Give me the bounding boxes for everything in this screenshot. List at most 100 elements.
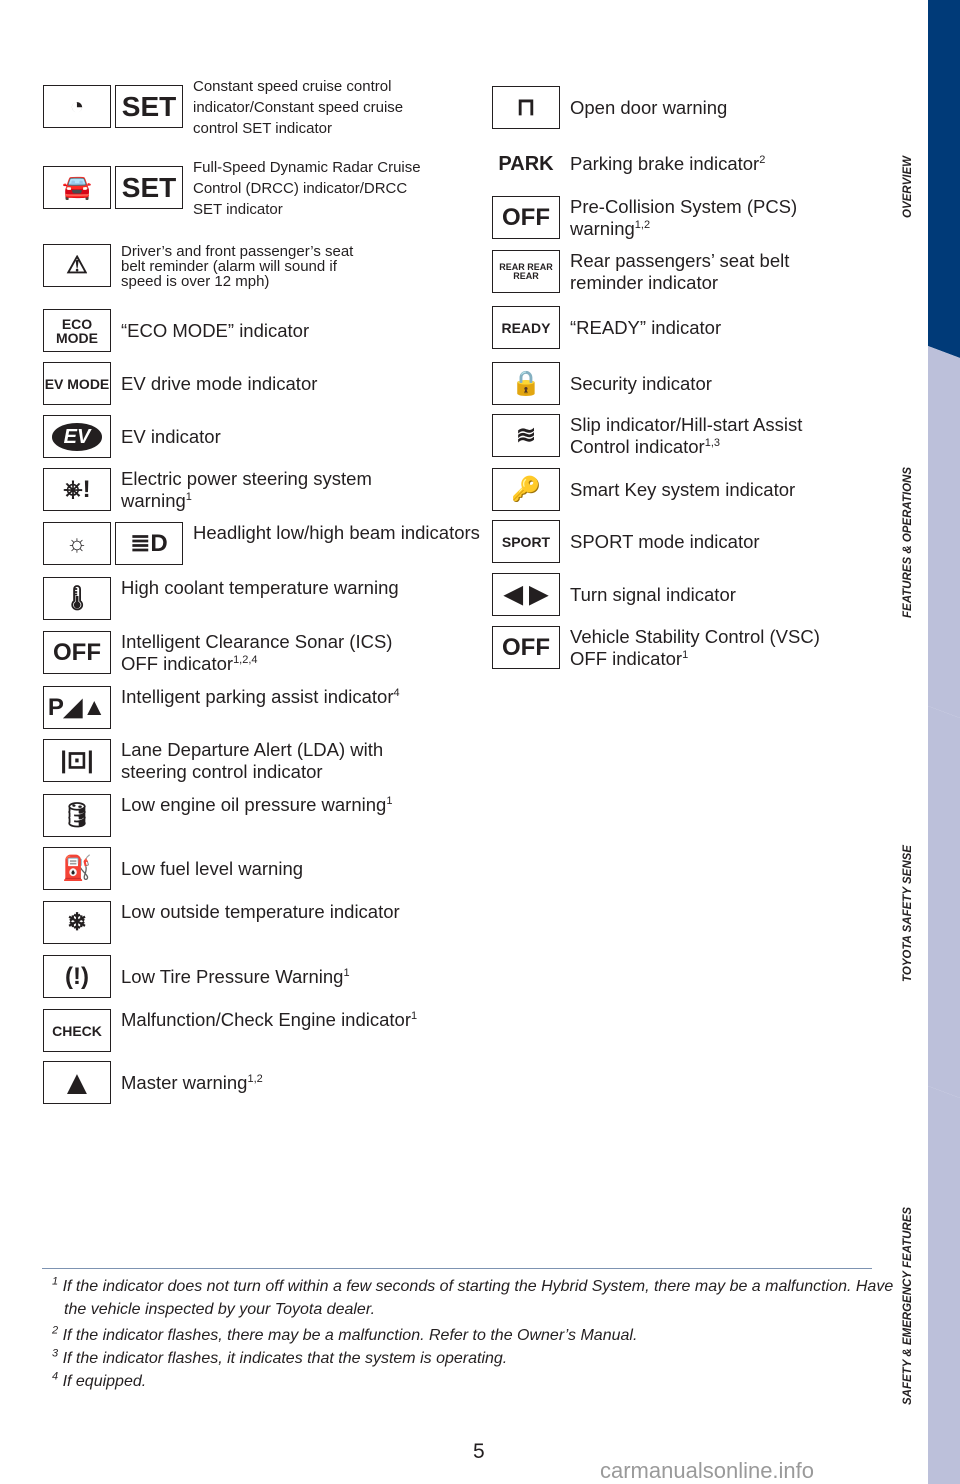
indicator-label: Low fuel level warning [121,858,450,880]
rear-seat-belt-icon: REAR REAR REAR [492,250,560,293]
ics-off-icon: OFF [43,631,111,674]
indicator-label: Lane Departure Alert (LDA) with steering… [121,739,421,783]
tab-2-background [928,706,960,1098]
label-text: Security indicator [570,373,712,394]
indicator-label: Security indicator [570,373,840,395]
oil-pressure-icon: 🛢 [43,794,111,837]
smart-key-icon: 🔑 [492,468,560,511]
watermark: carmanualsonline.info [600,1458,815,1483]
fuel-icon: ⛽ [43,847,111,890]
label-text: Open door warning [570,97,728,118]
slip-icon: ≋ [492,414,560,457]
footnote: 4 If equipped. [52,1370,884,1393]
label-text: Electric power steering system warning [121,468,372,511]
section-tabs: OVERVIEW FEATURES & OPERATIONS TOYOTA SAFE… [902,0,960,1484]
footnote-ref: 1,2 [247,1072,263,1085]
set-icon: SET [115,85,183,128]
label-text: Pre-Collision System (PCS) warning [570,196,798,239]
footnote-ref: 2 [759,153,766,166]
indicator-label: Headlight low/high beam indicators [193,522,493,544]
indicator-label: “READY” indicator [570,317,840,339]
label-text: Low fuel level warning [121,858,304,879]
footnote-ref: 1,3 [704,436,720,449]
footnote-ref: 1 [411,1009,418,1022]
eco-mode-icon: ECO MODE [43,309,111,352]
indicator-label: Slip indicator/Hill-start Assist Control… [570,414,840,458]
sport-icon: SPORT [492,520,560,563]
set-icon: SET [115,166,183,209]
tab-overview[interactable]: OVERVIEW [902,156,914,218]
label-text: Low outside temperature indicator [121,901,400,922]
radar-cruise-icon: 🚘 [43,166,111,209]
turn-signal-icon: ◀ ▶ [492,573,560,616]
footnote-ref: 1 [343,966,350,979]
footnote: 1 If the indicator does not turn off wit… [52,1275,894,1321]
label-text: Turn signal indicator [570,584,736,605]
tab-toyota-safety-sense[interactable]: TOYOTA SAFETY SENSE [902,845,914,982]
indicator-label: Full-Speed Dynamic Radar Cruise Control … [193,157,428,220]
check-engine-icon: CHECK [43,1009,111,1052]
footnote-divider [42,1268,872,1269]
label-text: Slip indicator/Hill-start Assist Control… [570,414,803,457]
headlight-low-icon: ☼ [43,522,111,565]
park-icon: PARK [492,142,560,185]
label-text: Vehicle Stability Control (VSC) OFF indi… [570,626,820,669]
label-text: “ECO MODE” indicator [121,320,310,341]
indicator-label: Low Tire Pressure Warning1 [121,966,450,988]
label-text: EV drive mode indicator [121,373,318,394]
indicator-label: Pre-Collision System (PCS) warning1,2 [570,196,840,240]
tab-1-background [928,346,960,718]
indicator-label: EV drive mode indicator [121,373,450,395]
tab-0-background [928,0,960,358]
indicator-label: Low outside temperature indicator [121,901,421,923]
label-text: Full-Speed Dynamic Radar Cruise Control … [193,158,421,218]
footnote: 2 If the indicator flashes, there may be… [52,1324,884,1347]
indicator-label: SPORT mode indicator [570,531,840,553]
label-text: Constant speed cruise control indicator/… [193,77,404,137]
label-text: Smart Key system indicator [570,479,796,500]
tab-safety-emergency-features[interactable]: SAFETY & EMERGENCY FEATURES [902,1207,914,1405]
footnote-ref: 1 [386,794,393,807]
indicator-label: Open door warning [570,97,840,119]
label-text: Rear passengers’ seat belt reminder indi… [570,250,790,293]
footnote-text: If equipped. [58,1373,147,1390]
indicator-label: Electric power steering system warning1 [121,468,421,512]
label-text: High coolant temperature warning [121,577,399,598]
indicator-label: Low engine oil pressure warning1 [121,794,421,816]
tab-3-background [928,1086,960,1484]
parking-assist-icon: P◢▲ [43,686,111,729]
label-text: Headlight low/high beam indicators [193,522,480,543]
tire-pressure-icon: (!) [43,955,111,998]
label-text: Intelligent parking assist indicator [121,686,394,707]
ready-icon: READY [492,306,560,349]
indicator-label: Constant speed cruise control indicator/… [193,76,428,139]
indicator-label: EV indicator [121,426,450,448]
indicator-label: Malfunction/Check Engine indicator1 [121,1009,421,1031]
ev-icon: EV [43,415,111,458]
page-number: 5 [473,1440,485,1463]
vsc-off-icon: OFF [492,626,560,669]
label-text: EV indicator [121,426,221,447]
footnote-text: If the indicator does not turn off withi… [58,1278,894,1318]
indicator-label: Parking brake indicator2 [570,153,840,175]
label-text: Master warning [121,1072,248,1093]
footnote-text: If the indicator flashes, there may be a… [58,1327,638,1344]
indicator-label: Vehicle Stability Control (VSC) OFF indi… [570,626,840,670]
label-text: “READY” indicator [570,317,722,338]
indicator-label: Master warning1,2 [121,1072,450,1094]
footnote-ref: 1,2 [634,218,651,231]
label-text: Parking brake indicator [570,153,760,174]
indicator-label: High coolant temperature warning [121,577,421,599]
steering-warning-icon: ⎈! [43,468,111,511]
outside-temperature-icon: ❄ [43,901,111,944]
footnote-ref: 4 [393,686,400,699]
label-text: Lane Departure Alert (LDA) with steering… [121,739,384,782]
tab-backgrounds [928,0,960,1484]
footnote-text: If the indicator flashes, it indicates t… [58,1350,508,1367]
open-door-icon: ⊓ [492,86,560,129]
footnote-ref: 1 [185,490,192,503]
label-text: Low Tire Pressure Warning [121,966,344,987]
ev-mode-icon: EV MODE [43,362,111,405]
headlight-high-icon: ≣D [115,522,183,565]
tab-features-operations[interactable]: FEATURES & OPERATIONS [902,467,914,618]
